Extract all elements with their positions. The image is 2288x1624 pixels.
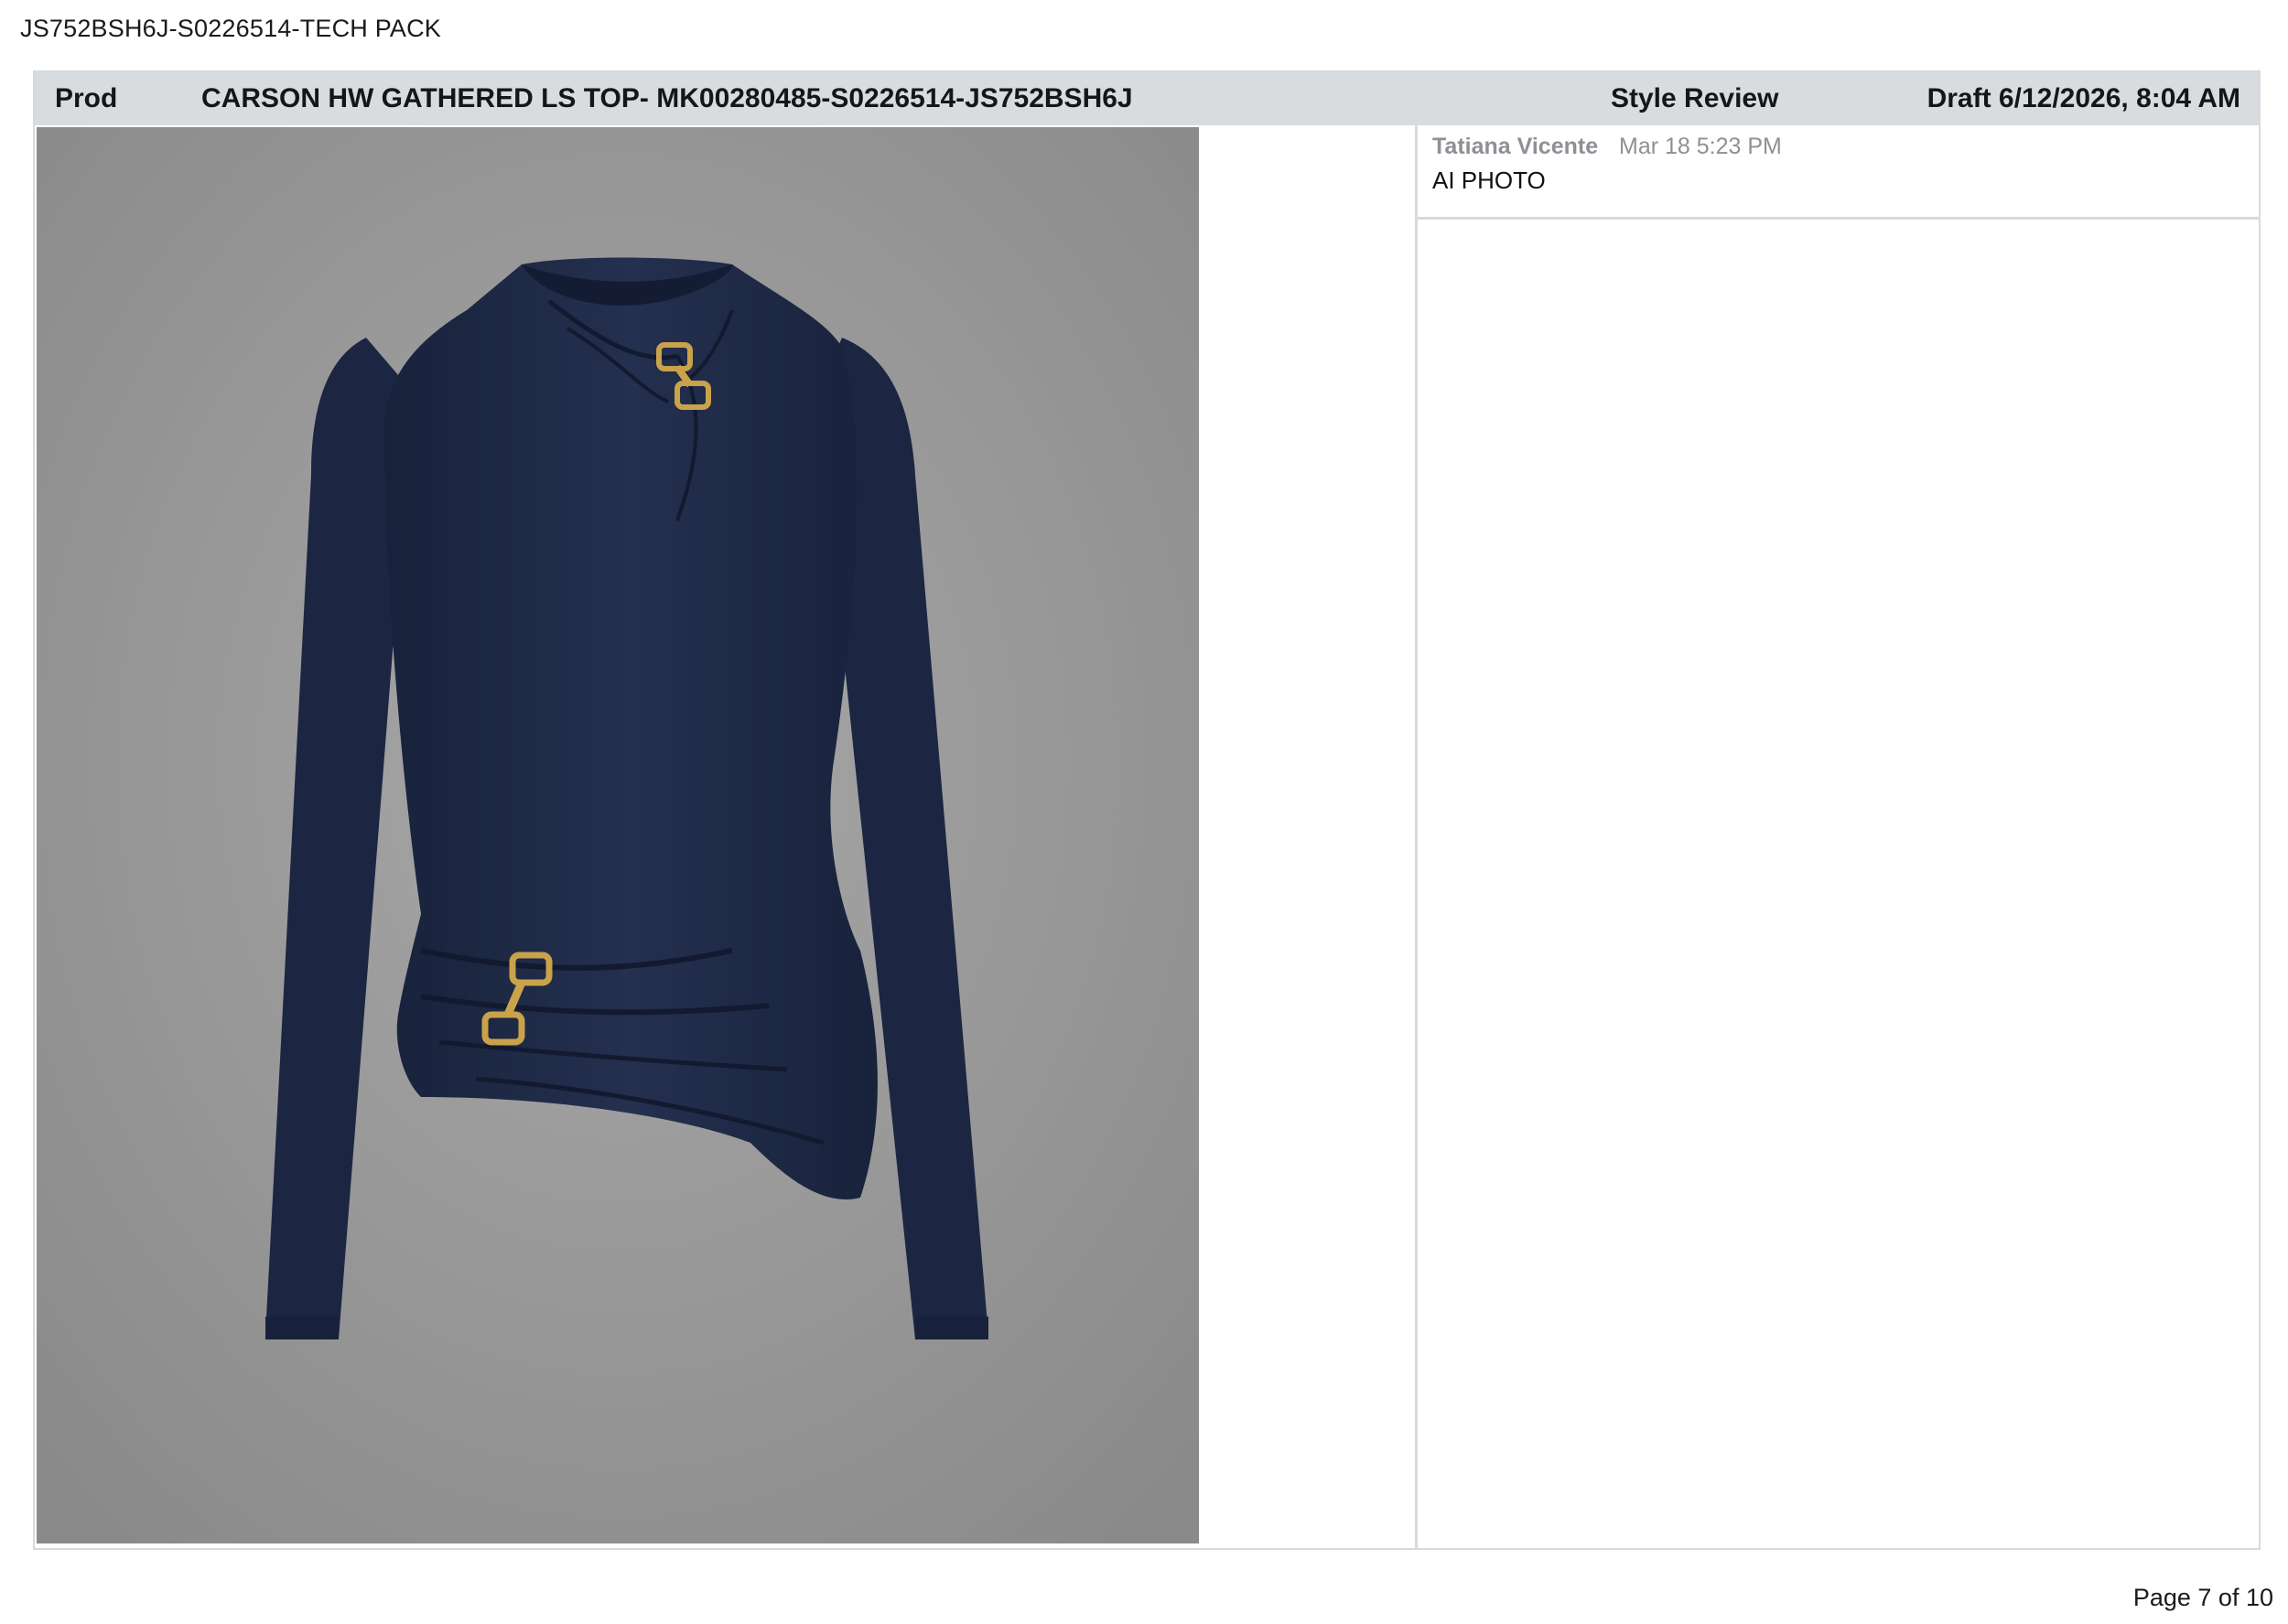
right-cuff <box>915 1317 988 1339</box>
comment-entry: Tatiana Vicente Mar 18 5:23 PM AI PHOTO <box>1418 125 2259 220</box>
left-cuff <box>265 1317 339 1339</box>
comment-timestamp: Mar 18 5:23 PM <box>1619 134 1782 159</box>
style-header-bar: Prod CARSON HW GATHERED LS TOP- MK002804… <box>35 72 2259 125</box>
prod-label: Prod <box>55 83 118 113</box>
draft-timestamp: Draft 6/12/2026, 8:04 AM <box>1926 83 2240 113</box>
garment-photo[interactable] <box>37 127 1199 1543</box>
comment-text: AI PHOTO <box>1432 167 1546 194</box>
style-review-label: Style Review <box>1611 83 1779 113</box>
garment-illustration <box>37 127 1199 1543</box>
page-number: Page 7 of 10 <box>2132 1584 2273 1611</box>
comment-author: Tatiana Vicente <box>1432 134 1599 159</box>
style-name: CARSON HW GATHERED LS TOP- MK00280485-S0… <box>201 83 1133 113</box>
document-title: JS752BSH6J-S0226514-TECH PACK <box>20 15 442 42</box>
tech-pack-sheet: Prod CARSON HW GATHERED LS TOP- MK002804… <box>33 70 2261 1550</box>
column-divider <box>1415 125 1418 1550</box>
